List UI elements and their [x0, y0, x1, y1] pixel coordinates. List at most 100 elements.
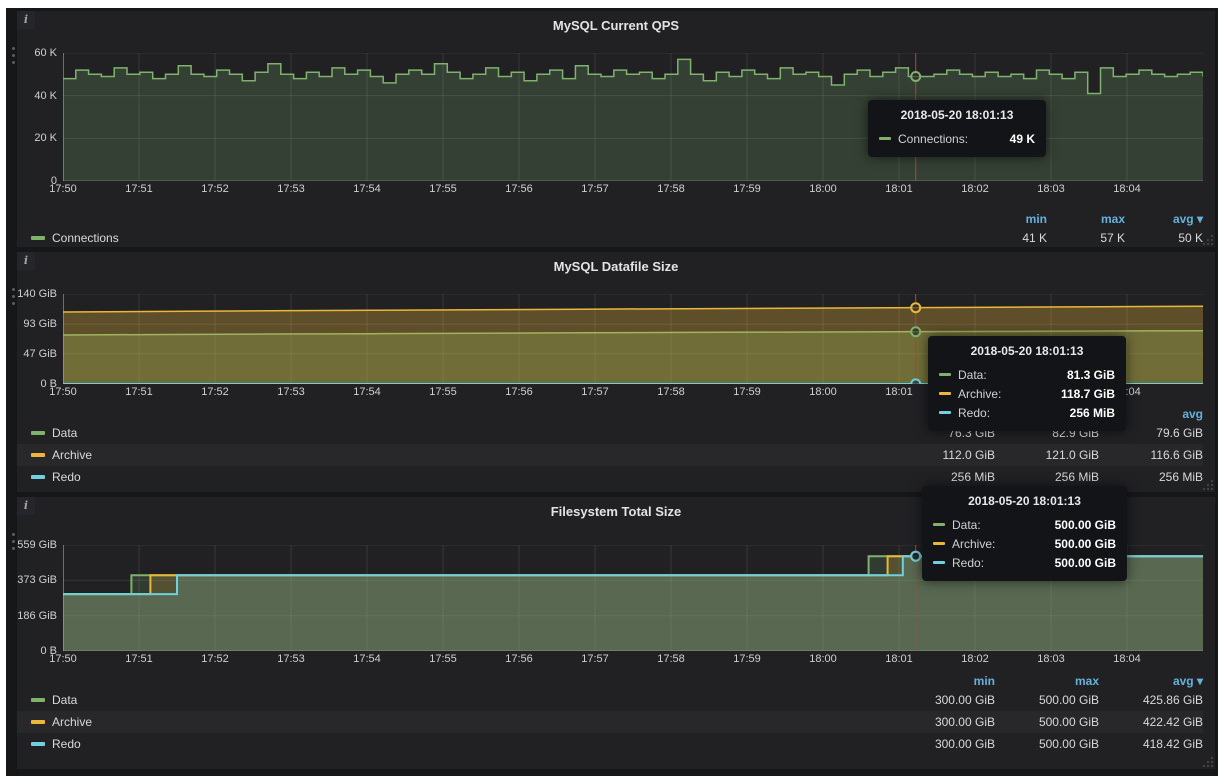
grafana-dashboard: i MySQL Current QPS 60 K40 K20 K0 17:50 1…	[6, 8, 1218, 776]
x-tick-label: 17:57	[581, 653, 609, 665]
legend-sort-max[interactable]: max	[995, 407, 1099, 421]
legend-header-row: minmaxavg ▾	[17, 211, 1203, 227]
legend-stat-avg: 425.86 GiB	[1099, 693, 1203, 707]
x-tick-label: 17:55	[429, 386, 457, 398]
legend-stat-avg: 50 K	[1125, 231, 1203, 245]
x-tick-label: 17:56	[505, 183, 533, 195]
y-tick-label: 93 GiB	[23, 318, 57, 330]
x-tick-label: 18:03	[1037, 653, 1065, 665]
legend-stat-min: 300.00 GiB	[891, 737, 995, 751]
legend-series-toggle-data[interactable]: Data	[31, 426, 891, 440]
x-tick-label: 17:54	[353, 653, 381, 665]
series-color-dash-icon	[31, 742, 45, 746]
x-tick-label: 18:02	[961, 386, 989, 398]
legend-stat-min: 300.00 GiB	[891, 693, 995, 707]
legend-stat-max: 57 K	[1047, 231, 1125, 245]
legend-stat-min: 112.0 GiB	[891, 448, 995, 462]
x-tick-label: 17:52	[201, 183, 229, 195]
series-color-dash-icon	[31, 475, 45, 479]
resize-handle-icon[interactable]	[1203, 757, 1213, 767]
panel-title[interactable]: MySQL Datafile Size	[17, 252, 1215, 276]
panel-title[interactable]: MySQL Current QPS	[17, 11, 1215, 35]
x-tick-label: 18:00	[809, 386, 837, 398]
legend-sort-min[interactable]: min	[969, 212, 1047, 226]
legend-sort-avg[interactable]: avg	[1099, 407, 1203, 421]
legend-row-connections: Connections41 K57 K50 K	[17, 227, 1203, 249]
legend-series-toggle-redo[interactable]: Redo	[31, 737, 891, 751]
x-tick-label: 18:01	[885, 386, 913, 398]
panel-filesystem-total-size: i Filesystem Total Size 559 GiB373 GiB18…	[17, 497, 1215, 769]
x-tick-label: 17:53	[277, 653, 305, 665]
legend: minmaxavg ▾Data300.00 GiB500.00 GiB425.8…	[17, 673, 1215, 755]
info-icon[interactable]: i	[17, 497, 35, 515]
x-tick-label: 18:02	[961, 183, 989, 195]
x-tick-label: 17:58	[657, 183, 685, 195]
panel-drag-handle[interactable]	[9, 288, 17, 305]
panel-drag-handle[interactable]	[9, 533, 17, 550]
y-axis: 60 K40 K20 K0	[17, 53, 63, 181]
x-tick-label: 17:51	[125, 183, 153, 195]
legend-series-toggle-data[interactable]: Data	[31, 693, 891, 707]
x-tick-label: 17:51	[125, 386, 153, 398]
legend-stat-max: 82.9 GiB	[995, 426, 1099, 440]
x-tick-label: 17:59	[733, 386, 761, 398]
x-tick-label: 17:58	[657, 386, 685, 398]
series-color-dash-icon	[933, 523, 945, 526]
x-tick-label: 18:04	[1113, 653, 1141, 665]
legend-sort-min[interactable]: min	[891, 674, 995, 688]
panel-title[interactable]: Filesystem Total Size	[17, 497, 1215, 521]
legend: minmaxavg ▾Connections41 K57 K50 K	[17, 211, 1215, 249]
y-axis: 559 GiB373 GiB186 GiB0 B	[17, 545, 63, 651]
legend-series-toggle-archive[interactable]: Archive	[31, 448, 891, 462]
x-tick-label: 17:57	[581, 183, 609, 195]
chart-area[interactable]	[63, 294, 1203, 384]
legend-stat-max: 500.00 GiB	[995, 737, 1099, 751]
x-tick-label: 17:56	[505, 386, 533, 398]
resize-handle-icon[interactable]	[1203, 235, 1213, 245]
legend-stat-min: 41 K	[969, 231, 1047, 245]
x-axis: 17:5017:5117:5217:5317:5417:5517:5617:57…	[63, 181, 1203, 197]
resize-handle-icon[interactable]	[1203, 480, 1213, 490]
legend-stat-min: 300.00 GiB	[891, 715, 995, 729]
info-icon[interactable]: i	[17, 252, 35, 270]
legend-stat-min: 256 MiB	[891, 470, 995, 484]
legend-row-data: Data300.00 GiB500.00 GiB425.86 GiB	[17, 689, 1203, 711]
legend-series-label: Archive	[52, 448, 92, 462]
x-tick-label: 17:51	[125, 653, 153, 665]
x-tick-label: 18:00	[809, 183, 837, 195]
legend-stat-avg: 418.42 GiB	[1099, 737, 1203, 751]
legend-sort-avg[interactable]: avg ▾	[1125, 212, 1203, 226]
legend-sort-min[interactable]: min	[891, 407, 995, 421]
legend-stat-avg: 116.6 GiB	[1099, 448, 1203, 462]
x-tick-label: 18:01	[885, 183, 913, 195]
chart-area[interactable]	[63, 53, 1203, 181]
legend-series-toggle-connections[interactable]: Connections	[31, 231, 969, 245]
x-tick-label: 18:01	[885, 653, 913, 665]
x-tick-label: 17:50	[49, 653, 77, 665]
legend-series-toggle-redo[interactable]: Redo	[31, 470, 891, 484]
legend-series-label: Data	[52, 426, 77, 440]
legend-series-toggle-archive[interactable]: Archive	[31, 715, 891, 729]
legend-row-archive: Archive112.0 GiB121.0 GiB116.6 GiB	[17, 444, 1203, 466]
legend-row-redo: Redo256 MiB256 MiB256 MiB	[17, 466, 1203, 488]
y-tick-label: 60 K	[34, 47, 57, 59]
x-tick-label: 17:59	[733, 183, 761, 195]
legend-stat-max: 500.00 GiB	[995, 715, 1099, 729]
x-tick-label: 18:02	[961, 653, 989, 665]
legend-series-label: Redo	[52, 470, 81, 484]
legend-stat-max: 500.00 GiB	[995, 693, 1099, 707]
y-tick-label: 20 K	[34, 132, 57, 144]
legend-row-redo: Redo300.00 GiB500.00 GiB418.42 GiB	[17, 733, 1203, 755]
legend-sort-max[interactable]: max	[995, 674, 1099, 688]
y-tick-label: 373 GiB	[17, 574, 57, 586]
info-icon[interactable]: i	[17, 11, 35, 29]
legend-sort-avg[interactable]: avg ▾	[1099, 674, 1203, 688]
x-tick-label: 17:50	[49, 386, 77, 398]
chart-area[interactable]	[63, 545, 1203, 651]
x-tick-label: 17:53	[277, 386, 305, 398]
x-tick-label: 18:04	[1113, 386, 1141, 398]
legend-sort-max[interactable]: max	[1047, 212, 1125, 226]
panel-drag-handle[interactable]	[9, 47, 17, 64]
x-tick-label: 18:03	[1037, 386, 1065, 398]
legend: minmaxavgData76.3 GiB82.9 GiB79.6 GiBArc…	[17, 406, 1215, 488]
